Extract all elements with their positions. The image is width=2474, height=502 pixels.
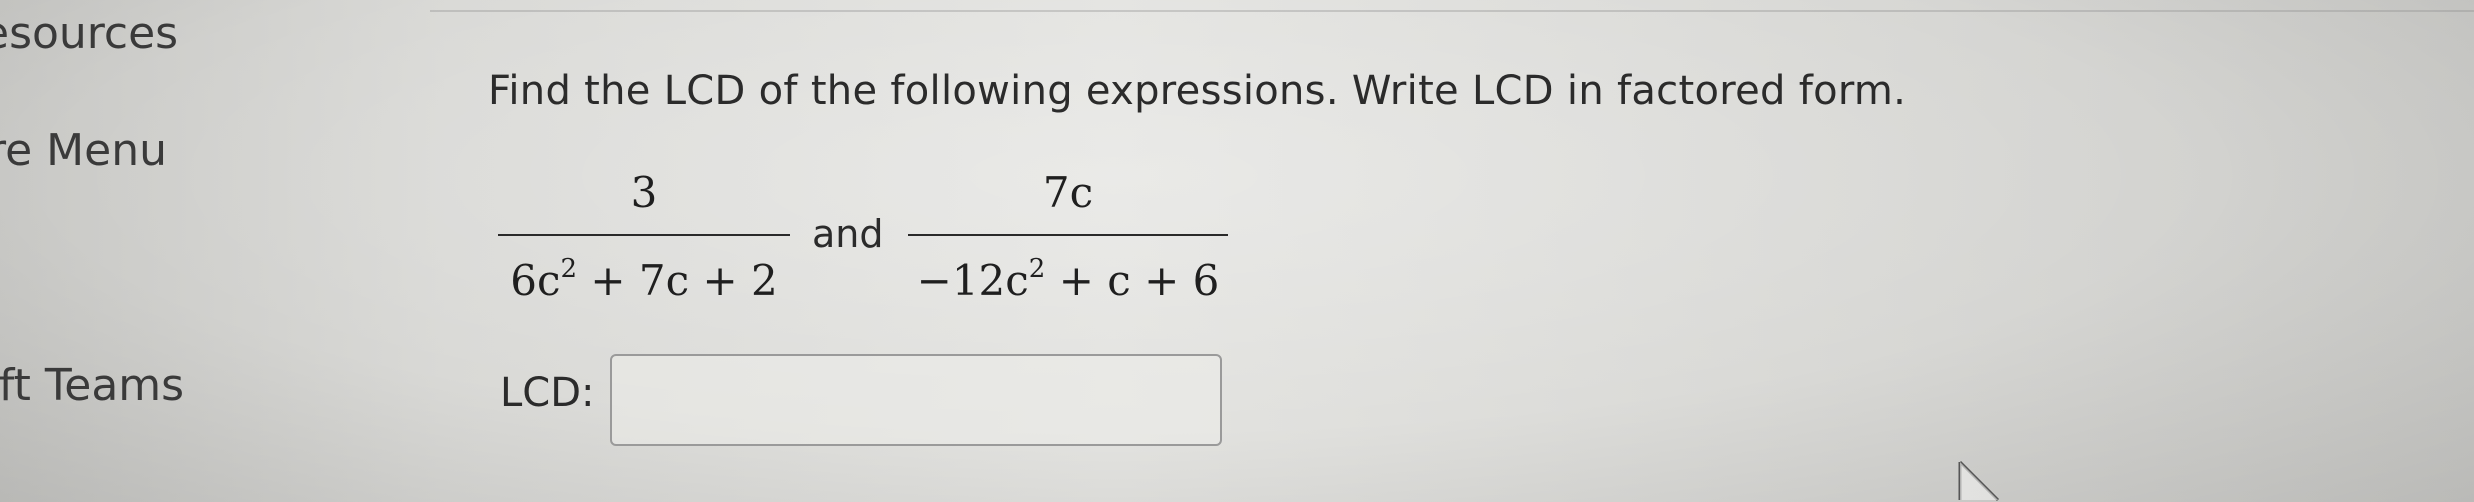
sidebar: esources re Menu k oft Teams	[0, 0, 250, 502]
fraction-1-bar	[498, 234, 790, 236]
fraction-2-numerator: 7c	[1042, 168, 1094, 217]
mouse-pointer-icon	[1958, 460, 2000, 502]
fraction-2-bar	[908, 234, 1228, 236]
fraction-2-den-rest: + c + 6	[1045, 256, 1220, 305]
top-divider	[430, 10, 2474, 12]
sidebar-item-menu[interactable]: re Menu	[0, 125, 167, 176]
fraction-expression-2: 7c −12c2 + c + 6	[908, 172, 1228, 302]
fraction-1-den-lead: 6c	[510, 256, 561, 305]
fraction-1-den-exponent: 2	[560, 254, 578, 284]
fraction-expression-1: 3 6c2 + 7c + 2	[498, 172, 790, 302]
lcd-answer-input[interactable]	[610, 354, 1222, 446]
fraction-2-den-exponent: 2	[1028, 254, 1046, 284]
connector-and: and	[812, 212, 884, 256]
fraction-2-denominator: −12c2 + c + 6	[908, 256, 1228, 302]
fraction-1-den-rest: + 7c + 2	[577, 256, 778, 305]
sidebar-item-resources[interactable]: esources	[0, 8, 178, 59]
fraction-1-denominator: 6c2 + 7c + 2	[498, 256, 790, 302]
fraction-1-numerator: 3	[630, 168, 658, 217]
question-prompt: Find the LCD of the following expression…	[488, 68, 1907, 114]
fraction-2-den-lead: −12c	[916, 256, 1029, 305]
sidebar-item-teams[interactable]: oft Teams	[0, 360, 184, 411]
lcd-label: LCD:	[500, 370, 595, 416]
